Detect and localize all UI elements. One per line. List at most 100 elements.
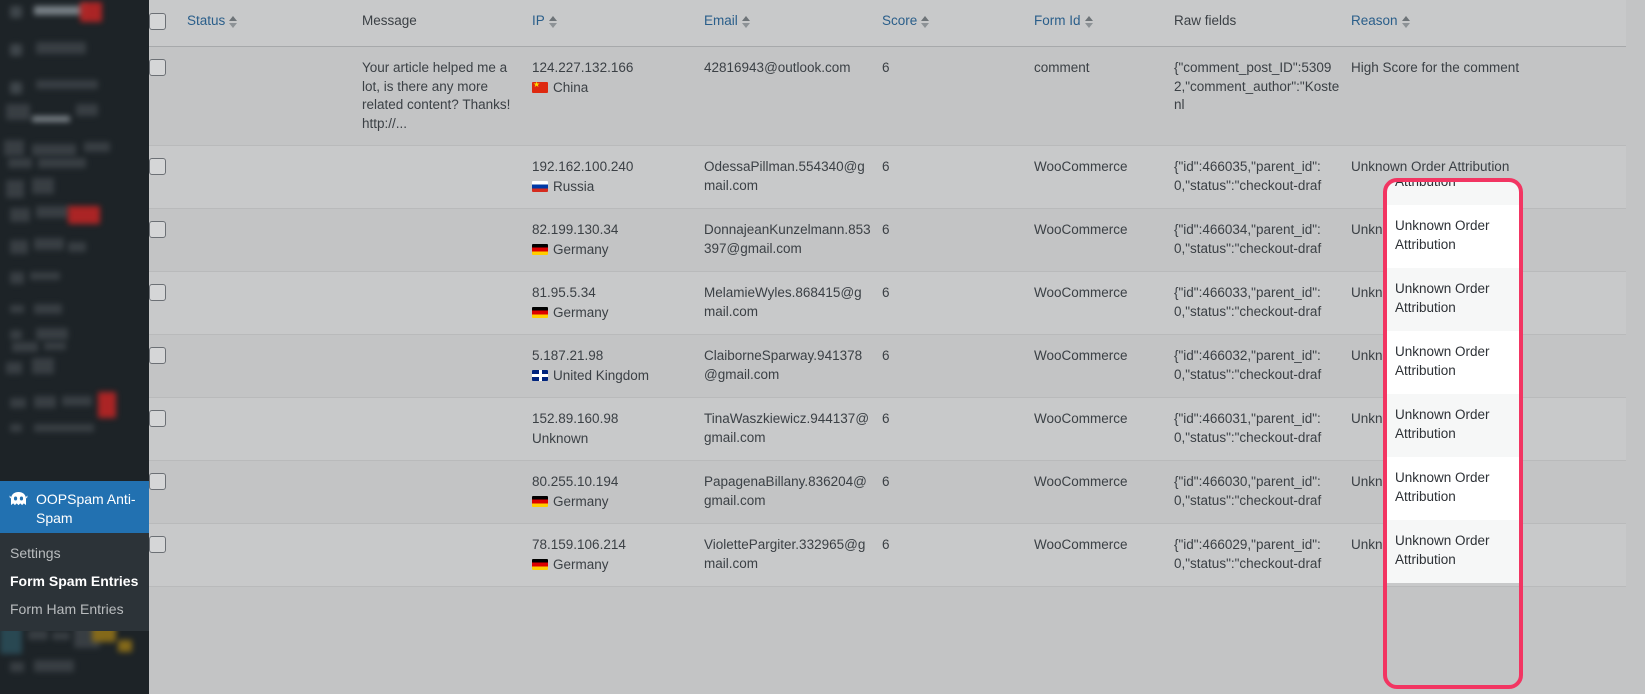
row-checkbox[interactable] [149,473,166,490]
cell-email: PapagenaBillany.836204@gmail.com [704,460,882,524]
column-label: Form Id [1034,13,1081,28]
row-select-cell [149,145,187,209]
cell-raw-fields: {"id":466032,"parent_id":0,"status":"che… [1174,334,1351,398]
row-checkbox[interactable] [149,221,166,238]
row-checkbox[interactable] [149,158,166,175]
cell-status [187,208,362,272]
country-label: Russia [553,178,595,194]
country-flag-icon [532,82,548,94]
sort-arrows-icon[interactable] [1084,15,1093,28]
column-header-reason[interactable]: Reason [1351,0,1626,47]
column-header-email[interactable]: Email [704,0,882,47]
cell-score: 6 [882,460,1034,524]
row-checkbox[interactable] [149,59,166,76]
column-label: Status [187,13,226,28]
cell-email: ViolettePargiter.332965@gmail.com [704,523,882,587]
reason-value: High Score for the comment [1351,60,1520,75]
reason-highlighted-value: Unknown Order Attribution [1387,520,1519,583]
cell-status [187,460,362,524]
raw-fields-value: {"id":466035,"parent_id":0,"status":"che… [1174,159,1322,193]
column-label: Email [704,13,738,28]
cell-status [187,397,362,461]
ip-address: 5.187.21.98 [532,348,604,363]
row-checkbox[interactable] [149,284,166,301]
cell-score: 6 [882,271,1034,335]
cell-ip: 82.199.130.34 Germany [532,208,704,272]
sidebar-item-form-spam-entries[interactable]: Form Spam Entries [0,567,149,595]
sidebar-blurred-menu-bottom[interactable] [0,622,149,694]
reason-value: Unknown Order Attribution [1351,159,1510,174]
email-address: PapagenaBillany.836204@gmail.com [704,474,867,508]
cell-form-id: WooCommerce [1034,334,1174,398]
country-flag-icon [532,559,548,571]
highlighted-reason-column: High Score for the commentUnknown Order … [1387,182,1519,685]
cell-message [362,460,532,524]
cell-ip: 80.255.10.194 Germany [532,460,704,524]
email-address: TinaWaszkiewicz.944137@gmail.com [704,411,870,445]
cell-score: 6 [882,145,1034,209]
score-value: 6 [882,159,890,174]
column-header-status[interactable]: Status [187,0,362,47]
form-id-value: WooCommerce [1034,348,1128,363]
form-id-value: WooCommerce [1034,411,1128,426]
country-label: Germany [553,304,609,320]
raw-fields-value: {"id":466030,"parent_id":0,"status":"che… [1174,474,1322,508]
country-label: Unknown [532,430,589,446]
cell-score: 6 [882,46,1034,146]
country-flag-icon [532,307,548,319]
ip-address: 152.89.160.98 [532,411,619,426]
cell-score: 6 [882,523,1034,587]
cell-ip: 5.187.21.98 United Kingdom [532,334,704,398]
row-checkbox[interactable] [149,410,166,427]
row-checkbox[interactable] [149,536,166,553]
country-label: China [553,79,589,95]
select-all-checkbox[interactable] [149,13,166,30]
score-value: 6 [882,474,890,489]
country-flag-icon [532,181,548,193]
column-header-ip[interactable]: IP [532,0,704,47]
column-header-score[interactable]: Score [882,0,1034,47]
ip-address: 78.159.106.214 [532,537,626,552]
sort-arrows-icon[interactable] [741,15,750,28]
ip-address: 192.162.100.240 [532,159,634,174]
message-text: Your article helped me a lot, is there a… [362,60,511,131]
sidebar-item-settings[interactable]: Settings [0,539,149,567]
cell-raw-fields: {"id":466034,"parent_id":0,"status":"che… [1174,208,1351,272]
email-address: ViolettePargiter.332965@gmail.com [704,537,866,571]
raw-fields-value: {"id":466034,"parent_id":0,"status":"che… [1174,222,1322,256]
sort-arrows-icon[interactable] [548,15,557,28]
reason-highlighted-value: Unknown Order Attribution [1387,182,1519,205]
email-address: ClaiborneSparway.941378@gmail.com [704,348,863,382]
score-value: 6 [882,285,890,300]
cell-form-id: WooCommerce [1034,397,1174,461]
reason-highlighted-value: Unknown Order Attribution [1387,394,1519,457]
cell-status [187,46,362,146]
sort-arrows-icon[interactable] [229,15,238,28]
sidebar-item-oopspam-anti-spam[interactable]: OOPSpam Anti-Spam [0,481,149,539]
cell-raw-fields: {"comment_post_ID":53092,"comment_author… [1174,46,1351,146]
cell-ip: 81.95.5.34 Germany [532,271,704,335]
sidebar-item-form-ham-entries[interactable]: Form Ham Entries [0,595,149,623]
cell-reason: High Score for the comment [1351,46,1626,146]
cell-message [362,145,532,209]
row-checkbox[interactable] [149,347,166,364]
row-select-cell [149,523,187,587]
cell-form-id: WooCommerce [1034,145,1174,209]
table-row[interactable]: Your article helped me a lot, is there a… [149,46,1626,146]
email-address: OdessaPillman.554340@gmail.com [704,159,865,193]
cell-email: TinaWaszkiewicz.944137@gmail.com [704,397,882,461]
column-header-form-id[interactable]: Form Id [1034,0,1174,47]
cell-raw-fields: {"id":466029,"parent_id":0,"status":"che… [1174,523,1351,587]
cell-message [362,271,532,335]
cell-message [362,334,532,398]
cell-ip: 192.162.100.240 Russia [532,145,704,209]
cell-score: 6 [882,397,1034,461]
sidebar-submenu: Settings Form Spam Entries Form Ham Entr… [0,533,149,631]
raw-fields-value: {"id":466032,"parent_id":0,"status":"che… [1174,348,1322,382]
sidebar-blurred-menu-top[interactable] [0,0,149,480]
reason-highlighted-value: Unknown Order Attribution [1387,457,1519,520]
sort-arrows-icon[interactable] [921,15,930,28]
cell-form-id: WooCommerce [1034,523,1174,587]
sort-arrows-icon[interactable] [1401,15,1410,28]
form-id-value: WooCommerce [1034,285,1128,300]
